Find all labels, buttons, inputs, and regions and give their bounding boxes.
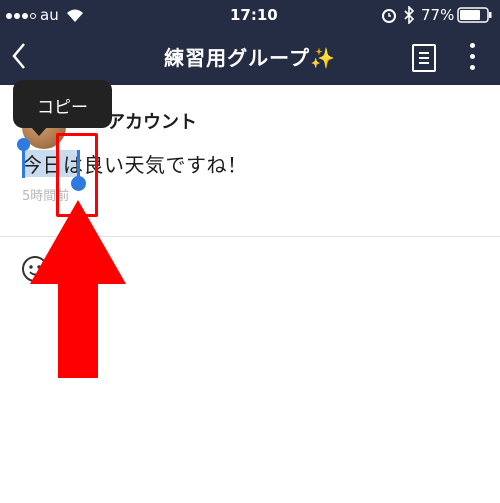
selection-start-handle[interactable] xyxy=(17,138,30,151)
signal-icon xyxy=(6,13,36,19)
alarm-icon xyxy=(382,9,396,23)
clock: 17:10 xyxy=(230,6,278,24)
copy-tooltip: コピー xyxy=(13,80,112,136)
carrier-label: au xyxy=(40,6,59,24)
more-icon[interactable] xyxy=(462,40,482,74)
tooltip-tail xyxy=(30,126,48,136)
list-icon[interactable] xyxy=(412,44,436,72)
battery-icon xyxy=(457,7,492,23)
bluetooth-icon xyxy=(404,6,415,24)
author-name[interactable]: アカウント xyxy=(107,108,197,134)
red-arrow-icon xyxy=(30,200,126,378)
battery-percent: 77% xyxy=(421,6,455,24)
wifi-icon xyxy=(67,9,83,22)
selection-start-bar xyxy=(22,148,25,178)
status-bar: au 17:10 77% xyxy=(0,0,500,30)
nav-bar: 練習用グループ✨ xyxy=(0,30,500,85)
copy-button[interactable]: コピー xyxy=(13,93,112,118)
